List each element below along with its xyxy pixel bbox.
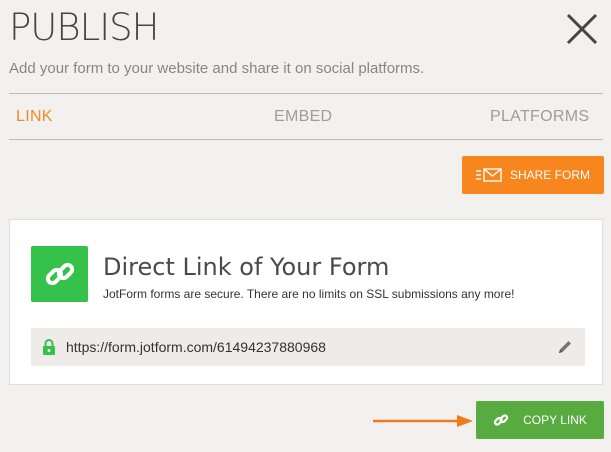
share-form-label: SHARE FORM — [509, 168, 590, 182]
copy-link-label: COPY LINK — [523, 413, 587, 427]
pencil-icon[interactable] — [557, 339, 573, 360]
card-title: Direct Link of Your Form — [103, 253, 390, 281]
tab-platforms[interactable]: PLATFORMS — [490, 108, 589, 126]
page-subtitle: Add your form to your website and share … — [9, 60, 425, 77]
share-form-button[interactable]: SHARE FORM — [462, 156, 604, 194]
tab-link[interactable]: LINK — [16, 108, 53, 126]
chain-link-icon — [493, 414, 509, 426]
padlock-icon — [42, 338, 56, 361]
form-url[interactable]: https://form.jotform.com/61494237880968 — [66, 339, 326, 355]
chain-link-icon — [45, 262, 74, 286]
page-title: PUBLISH — [9, 6, 159, 49]
close-icon — [566, 13, 598, 45]
tab-embed[interactable]: EMBED — [274, 108, 332, 126]
form-url-field[interactable]: https://form.jotform.com/61494237880968 — [31, 328, 585, 366]
pointer-arrow-icon — [373, 415, 473, 427]
card-description: JotForm forms are secure. There are no l… — [103, 287, 515, 301]
close-button[interactable] — [565, 12, 599, 46]
copy-link-button[interactable]: COPY LINK — [476, 401, 604, 439]
envelope-icon — [475, 168, 502, 182]
direct-link-card: Direct Link of Your Form JotForm forms a… — [9, 219, 603, 385]
tabs-bottom-divider — [9, 139, 603, 140]
publish-tabs: LINK EMBED PLATFORMS — [9, 94, 603, 140]
link-badge — [31, 246, 88, 302]
